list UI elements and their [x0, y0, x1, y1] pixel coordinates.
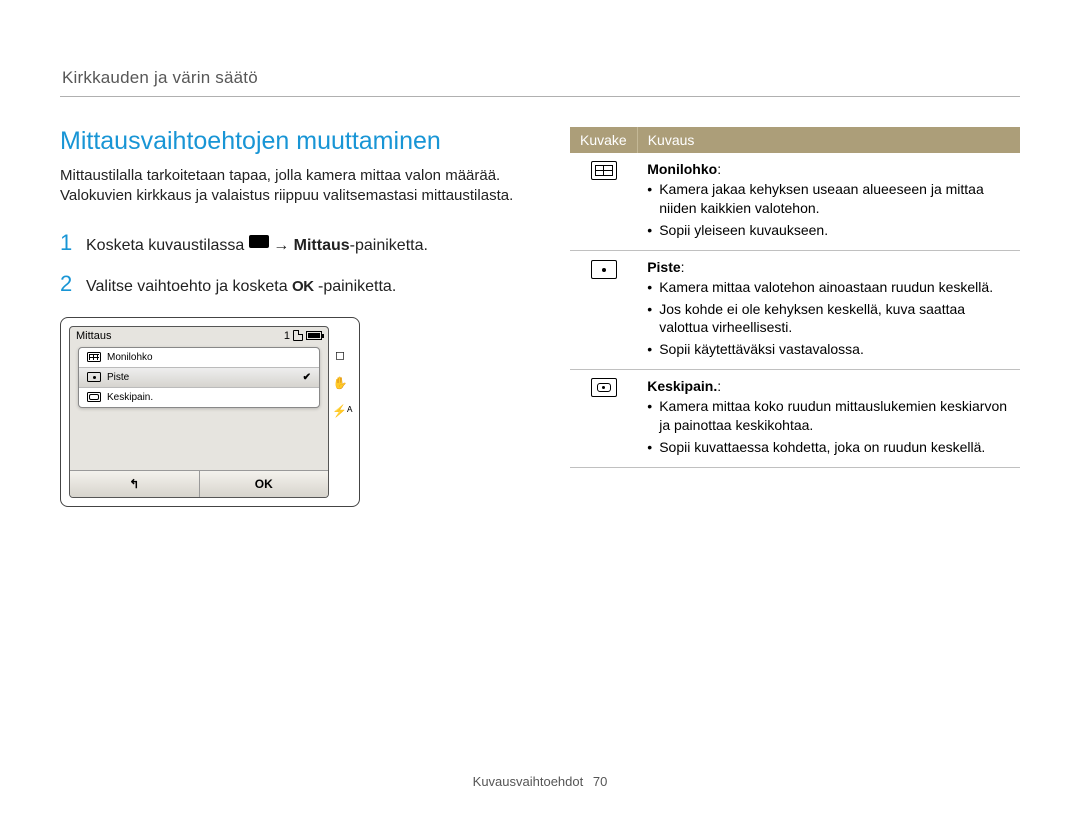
th-icon: Kuvake — [570, 127, 637, 153]
exposure-icon: ◻ — [332, 348, 348, 362]
list-item-label: Monilohko — [107, 352, 153, 363]
table-row: Piste: Kamera mittaa valotehon ainoastaa… — [570, 250, 1020, 370]
camera-screenshot: Mittaus 1 Monilohko Piste ✔ — [60, 317, 360, 507]
bullet: Sopii yleiseen kuvaukseen. — [647, 221, 1010, 240]
step-2: 2 Valitse vaihtoehto ja kosketa OK -pain… — [60, 266, 530, 301]
cell-desc: Keskipain.: Kamera mittaa koko ruudun mi… — [637, 370, 1020, 468]
intro-text: Mittaustilalla tarkoitetaan tapaa, jolla… — [60, 166, 530, 207]
cell-desc: Monilohko: Kamera jakaa kehyksen useaan … — [637, 153, 1020, 250]
bullet: Jos kohde ei ole kehyksen keskellä, kuva… — [647, 300, 1010, 338]
option-name: Monilohko — [647, 161, 717, 177]
table-row: Monilohko: Kamera jakaa kehyksen useaan … — [570, 153, 1020, 250]
sd-card-icon — [293, 330, 303, 341]
cell-icon — [570, 153, 637, 250]
multi-icon — [591, 161, 617, 180]
bullet: Kamera mittaa valotehon ainoastaan ruudu… — [647, 278, 1010, 297]
cell-icon — [570, 250, 637, 370]
metering-description-table: Kuvake Kuvaus Monilohko: Kamera jakaa ke… — [570, 127, 1020, 468]
step-2-suffix: -painiketta. — [318, 278, 396, 295]
page-title: Mittausvaihtoehtojen muuttaminen — [60, 127, 530, 156]
list-item-label: Piste — [107, 372, 129, 383]
ok-button[interactable]: OK — [200, 471, 329, 497]
multi-icon — [87, 352, 101, 362]
step-1-suffix: -painiketta. — [350, 237, 428, 254]
bullet: Kamera mittaa koko ruudun mittauslukemie… — [647, 397, 1010, 435]
spot-icon — [87, 372, 101, 382]
list-item-monilohko[interactable]: Monilohko — [79, 348, 319, 367]
step-1-bold: Mittaus — [294, 237, 350, 254]
step-2-pre: Valitse vaihtoehto ja kosketa — [86, 278, 292, 295]
step-number: 1 — [60, 225, 86, 260]
bullet: Sopii kuvattaessa kohdetta, joka on ruud… — [647, 438, 1010, 457]
option-name: Keskipain. — [647, 378, 717, 394]
battery-icon — [306, 331, 322, 340]
step-1-pre: Kosketa kuvaustilassa — [86, 237, 249, 254]
image-counter: 1 — [284, 330, 290, 342]
screen-title: Mittaus — [76, 330, 111, 342]
ok-icon: OK — [292, 278, 314, 295]
cell-icon — [570, 370, 637, 468]
cell-desc: Piste: Kamera mittaa valotehon ainoastaa… — [637, 250, 1020, 370]
breadcrumb: Kirkkauden ja värin säätö — [60, 32, 1020, 97]
step-1: 1 Kosketa kuvaustilassa → Mittaus-painik… — [60, 225, 530, 260]
flash-auto-icon: ⚡ᴬ — [332, 404, 348, 418]
side-icon-strip: ◻ ✋ ⚡ᴬ — [329, 326, 351, 498]
step-number: 2 — [60, 266, 86, 301]
metering-list: Monilohko Piste ✔ Keskipain. — [78, 347, 320, 408]
bullet: Sopii käytettäväksi vastavalossa. — [647, 340, 1010, 359]
back-button[interactable]: ↰ — [70, 471, 200, 497]
bullet: Kamera jakaa kehyksen useaan alueeseen j… — [647, 180, 1010, 218]
check-icon: ✔ — [303, 372, 311, 383]
spot-icon — [591, 260, 617, 279]
footer-section: Kuvausvaihtoehdot — [473, 774, 584, 789]
center-icon — [87, 392, 101, 402]
arrow-right-icon: → — [273, 237, 289, 254]
center-icon — [591, 378, 617, 397]
list-item-label: Keskipain. — [107, 392, 153, 403]
hand-icon: ✋ — [332, 376, 348, 390]
th-desc: Kuvaus — [637, 127, 1020, 153]
table-row: Keskipain.: Kamera mittaa koko ruudun mi… — [570, 370, 1020, 468]
page-footer: Kuvausvaihtoehdot 70 — [0, 774, 1080, 789]
page-number: 70 — [593, 774, 607, 789]
menu-icon — [249, 235, 269, 248]
option-name: Piste — [647, 259, 680, 275]
list-item-piste[interactable]: Piste ✔ — [79, 367, 319, 387]
list-item-keskipain[interactable]: Keskipain. — [79, 387, 319, 407]
